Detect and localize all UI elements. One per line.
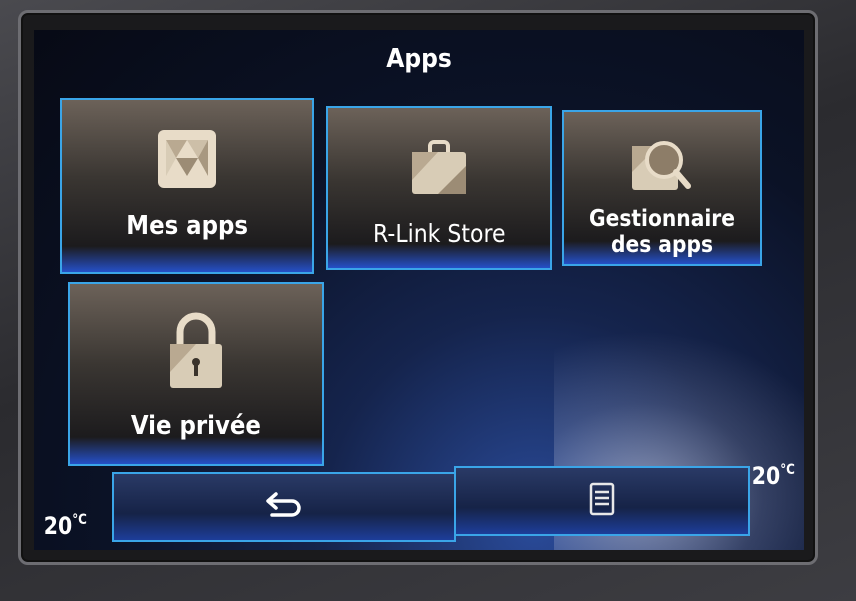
menu-button[interactable] [454,466,750,536]
back-button[interactable] [112,472,456,542]
temperature-right: 20°C [751,462,795,490]
temperature-left: 20°C [43,512,87,540]
display-screen: Apps Mes apps R-Link Store Gestionnaire … [34,30,804,550]
tile-label: Vie privée [130,411,262,441]
tile-label: R-Link Store [372,219,506,248]
tile-rlink-store[interactable]: R-Link Store [326,106,552,270]
shopping-bag-icon [408,136,470,202]
lock-icon [166,312,226,394]
page-title: Apps [386,44,452,74]
back-arrow-icon [264,490,304,524]
bottom-bar [112,440,752,546]
tile-gestionnaire-apps[interactable]: Gestionnaire des apps [562,110,762,266]
tile-label: Gestionnaire des apps [588,206,736,259]
menu-list-icon [589,482,615,520]
app-manager-search-icon [630,132,694,198]
tile-mes-apps[interactable]: Mes apps [60,98,314,274]
apps-grid-icon [156,128,218,194]
tile-vie-privee[interactable]: Vie privée [68,282,324,466]
tile-label: Mes apps [126,211,248,241]
